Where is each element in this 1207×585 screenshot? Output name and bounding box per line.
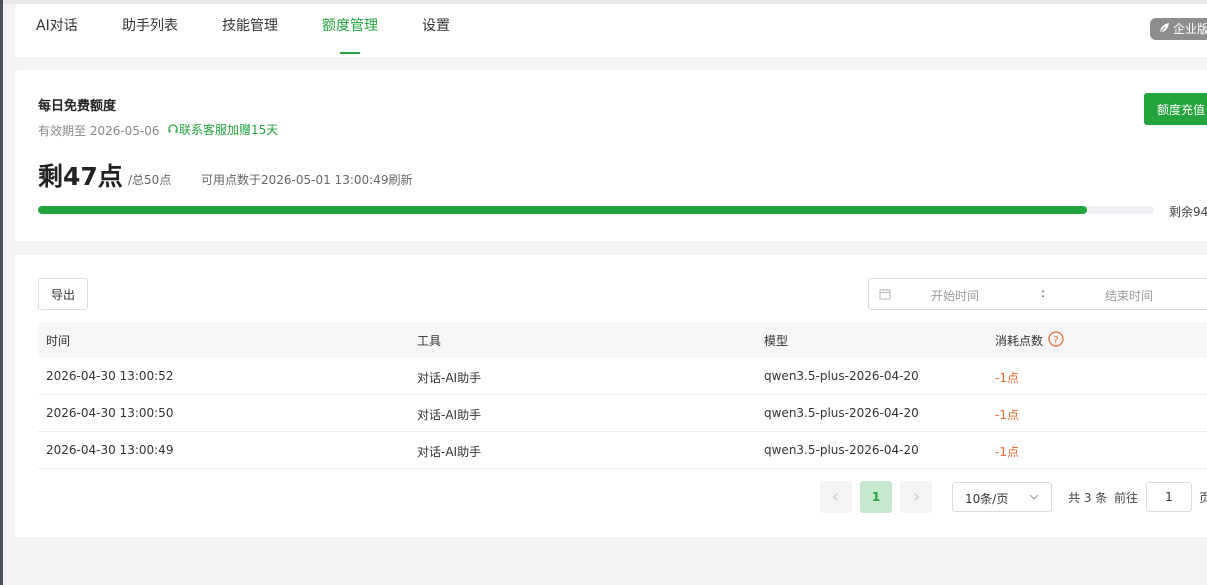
page-number-button[interactable]: 1 (860, 481, 892, 513)
row-time: 2026-04-30 13:00:50 (46, 406, 174, 420)
left-edge-bar (0, 0, 3, 585)
row-model: qwen3.5-plus-2026-04-20 (764, 443, 919, 457)
quota-progress-fill (38, 206, 1088, 214)
headset-icon (168, 124, 178, 133)
start-time-input[interactable]: 开始时间 (931, 287, 979, 304)
tab-skill-management[interactable]: 技能管理 (222, 0, 278, 53)
row-divider (38, 468, 1207, 469)
goto-label: 前往 (1114, 491, 1139, 505)
enterprise-badge[interactable]: 企业版 (1150, 18, 1207, 40)
page-size-value: 10条/页 (965, 492, 1009, 506)
column-header-tool: 工具 (417, 334, 442, 348)
chevron-down-icon (1029, 494, 1039, 500)
enterprise-badge-label: 企业版 (1173, 22, 1207, 36)
row-divider (38, 431, 1207, 432)
remaining-percent: 剩余94% (1169, 205, 1207, 219)
date-range-separator: : (1041, 286, 1046, 300)
chevron-right-icon (914, 493, 919, 501)
row-model: qwen3.5-plus-2026-04-20 (764, 369, 919, 383)
row-divider (38, 394, 1207, 395)
row-time: 2026-04-30 13:00:52 (46, 369, 174, 383)
quota-validity: 有效期至 2026-05-06 (38, 124, 160, 138)
prev-page-button[interactable] (820, 481, 852, 513)
next-page-button[interactable] (900, 481, 932, 513)
top-nav (15, 4, 1207, 57)
chevron-left-icon (833, 493, 838, 501)
end-time-input[interactable]: 结束时间 (1105, 287, 1153, 304)
total-points: /总50点 (128, 173, 172, 187)
row-tool: 对话-AI助手 (417, 371, 482, 385)
goto-suffix: 页 (1199, 491, 1207, 505)
row-tool: 对话-AI助手 (417, 408, 482, 422)
total-count: 共 3 条 (1068, 491, 1108, 505)
column-header-time: 时间 (46, 334, 71, 348)
export-button[interactable]: 导出 (38, 278, 88, 310)
row-time: 2026-04-30 13:00:49 (46, 443, 174, 457)
row-cost: -1点 (995, 371, 1019, 385)
row-tool: 对话-AI助手 (417, 445, 482, 459)
row-cost: -1点 (995, 445, 1019, 459)
contact-service-label: 联系客服加赠15天 (179, 123, 279, 137)
contact-service-link[interactable]: 联系客服加赠15天 (167, 121, 278, 138)
remaining-points: 剩47点 (38, 162, 123, 191)
calendar-icon (879, 289, 891, 300)
tab-ai-chat[interactable]: AI对话 (36, 0, 78, 53)
tab-quota-management[interactable]: 额度管理 (322, 0, 378, 53)
question-icon[interactable]: ? (1048, 331, 1064, 347)
goto-page-input[interactable]: 1 (1146, 482, 1192, 512)
quota-card (15, 70, 1207, 241)
recharge-button[interactable]: 额度充值 (1144, 93, 1207, 125)
row-cost: -1点 (995, 408, 1019, 422)
column-header-cost: 消耗点数 (995, 334, 1044, 348)
quota-progress-bar (38, 206, 1154, 214)
quota-title: 每日免费额度 (38, 99, 117, 114)
row-model: qwen3.5-plus-2026-04-20 (764, 406, 919, 420)
column-header-model: 模型 (764, 334, 789, 348)
date-range-picker[interactable]: 开始时间 : 结束时间 (868, 278, 1207, 310)
leaf-icon (1159, 23, 1169, 34)
svg-text:?: ? (1053, 335, 1058, 346)
tab-assistant-list[interactable]: 助手列表 (122, 0, 178, 53)
page-size-select[interactable]: 10条/页 (952, 482, 1052, 512)
active-tab-indicator (340, 52, 360, 54)
refresh-note: 可用点数于2026-05-01 13:00:49刷新 (201, 173, 413, 187)
tab-settings[interactable]: 设置 (422, 0, 450, 53)
